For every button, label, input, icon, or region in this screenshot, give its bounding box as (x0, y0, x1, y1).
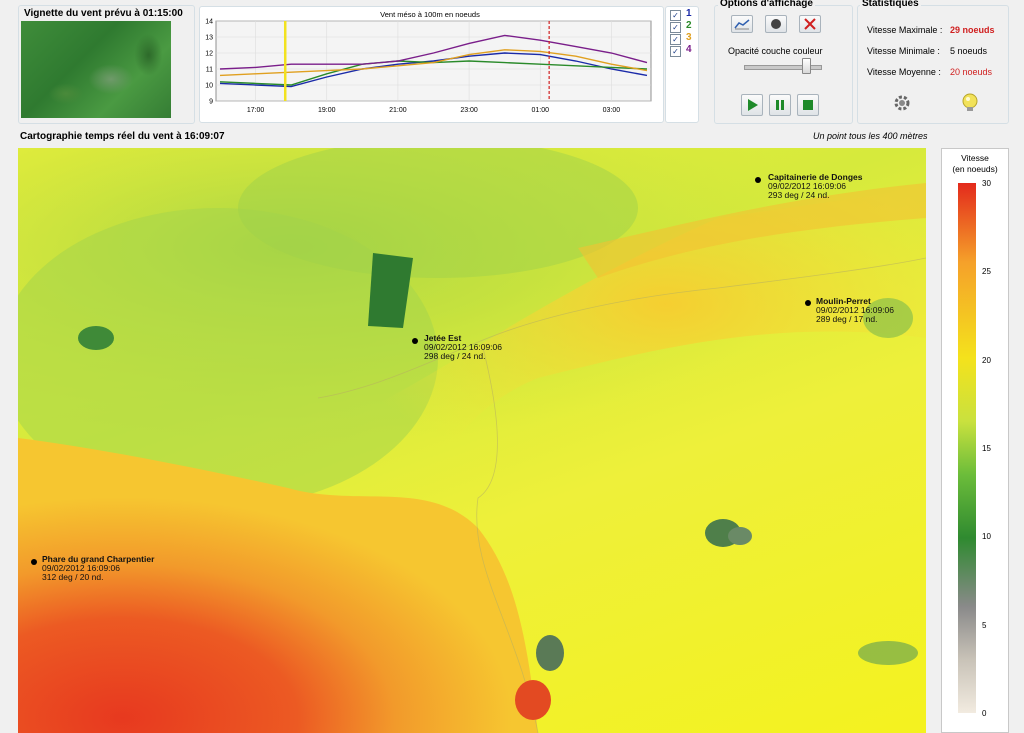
options-title: Options d'affichage (718, 0, 815, 9)
station-label-capitainerie: Capitainerie de Donges 09/02/2012 16:09:… (768, 173, 862, 200)
station-value: 298 deg / 24 nd. (424, 351, 486, 361)
mini-chart: Vent méso à 100m en noeuds 14 13 12 11 10 9 1… (205, 10, 652, 114)
legend-tick-20: 20 (982, 356, 991, 365)
play-button[interactable] (741, 94, 763, 116)
x-tick-label: 23:00 (460, 107, 478, 114)
x-tick-label: 03:00 (603, 107, 621, 114)
legend-tick-25: 25 (982, 267, 991, 276)
lightbulb-icon[interactable] (960, 92, 980, 112)
legend-tick-15: 15 (982, 444, 991, 453)
series-2-checkbox[interactable]: ✓ (670, 22, 681, 33)
series-4-checkbox[interactable]: ✓ (670, 46, 681, 57)
settings-icon[interactable] (893, 94, 911, 112)
legend-tick-0: 0 (982, 709, 987, 718)
legend-tick-5: 5 (982, 621, 987, 630)
series-2-label: 2 (686, 20, 692, 31)
y-tick-label: 10 (205, 83, 213, 90)
stats-title: Statistiques (860, 0, 921, 9)
y-tick-label: 14 (205, 19, 213, 26)
stop-icon (803, 100, 813, 110)
legend-title: Vitesse (en noeuds) (941, 153, 1009, 175)
x-tick-label: 19:00 (318, 107, 336, 114)
legend-title-line1: Vitesse (961, 153, 989, 163)
wind-map-layer (18, 148, 926, 733)
point-icon (771, 19, 781, 29)
avg-speed-value: 20 noeuds (950, 67, 993, 77)
station-label-phare: Phare du grand Charpentier 09/02/2012 16… (42, 555, 154, 582)
series-1-checkbox[interactable]: ✓ (670, 10, 681, 21)
map-title: Cartographie temps réel du vent à 16:09:… (18, 131, 227, 142)
x-tick-label: 21:00 (389, 107, 407, 114)
opacity-slider-thumb[interactable] (801, 58, 811, 74)
series-3-checkbox[interactable]: ✓ (670, 34, 681, 45)
y-tick-label: 11 (206, 67, 213, 74)
x-tick-label: 01:00 (531, 107, 549, 114)
clear-button[interactable] (799, 15, 821, 33)
wind-map[interactable]: Capitainerie de Donges 09/02/2012 16:09:… (18, 148, 926, 733)
max-speed-label: Vitesse Maximale : (867, 25, 943, 35)
stats-panel (857, 5, 1009, 124)
station-marker-moulin-perret[interactable] (805, 300, 811, 306)
station-marker-phare[interactable] (31, 559, 37, 565)
x-ticks: 17:00 19:00 21:00 23:00 01:00 03:00 (247, 107, 620, 114)
legend-tick-10: 10 (982, 532, 991, 541)
show-curve-button[interactable] (731, 15, 753, 33)
forecast-thumbnail-image[interactable] (21, 21, 171, 118)
close-icon (804, 18, 816, 30)
opacity-label: Opacité couche couleur (728, 46, 823, 56)
station-value: 289 deg / 17 nd. (816, 314, 878, 324)
avg-speed-label: Vitesse Moyenne : (867, 67, 941, 77)
red-spot-south (515, 680, 551, 720)
series-1-label: 1 (686, 8, 692, 19)
curve-icon (734, 19, 750, 30)
station-value: 293 deg / 24 nd. (768, 190, 830, 200)
min-speed-label: Vitesse Minimale : (867, 46, 940, 56)
y-tick-label: 9 (209, 99, 213, 106)
station-value: 312 deg / 20 nd. (42, 572, 104, 582)
show-points-button[interactable] (765, 15, 787, 33)
y-tick-label: 13 (205, 35, 213, 42)
y-ticks: 14 13 12 11 10 9 (205, 19, 213, 106)
station-marker-jetee-est[interactable] (412, 338, 418, 344)
resolution-note: Un point tous les 400 mètres (813, 131, 928, 141)
legend-tick-30: 30 (982, 179, 991, 188)
stop-button[interactable] (797, 94, 819, 116)
forest-patch-small (78, 326, 114, 350)
thumbnail-title: Vignette du vent prévu à 01:15:00 (22, 8, 185, 19)
mini-chart-title: Vent méso à 100m en noeuds (380, 10, 480, 19)
play-icon (748, 99, 758, 111)
legend-color-bar (958, 183, 976, 713)
max-speed-value: 29 noeuds (950, 25, 995, 35)
station-marker-capitainerie[interactable] (755, 177, 761, 183)
gray-patch-south (536, 635, 564, 671)
y-tick-label: 12 (205, 51, 213, 58)
station-label-moulin-perret: Moulin-Perret 09/02/2012 16:09:06 289 de… (816, 297, 894, 324)
x-tick-label: 17:00 (247, 107, 265, 114)
series-3-label: 3 (686, 32, 692, 43)
station-label-jetee-est: Jetée Est 09/02/2012 16:09:06 298 deg / … (424, 334, 502, 361)
pause-icon (776, 100, 784, 110)
green-patch-se (858, 641, 918, 665)
pause-button[interactable] (769, 94, 791, 116)
min-speed-value: 5 noeuds (950, 46, 988, 56)
gray-patch-east-2 (728, 527, 752, 545)
series-4-label: 4 (686, 44, 692, 55)
legend-title-line2: (en noeuds) (952, 164, 998, 174)
